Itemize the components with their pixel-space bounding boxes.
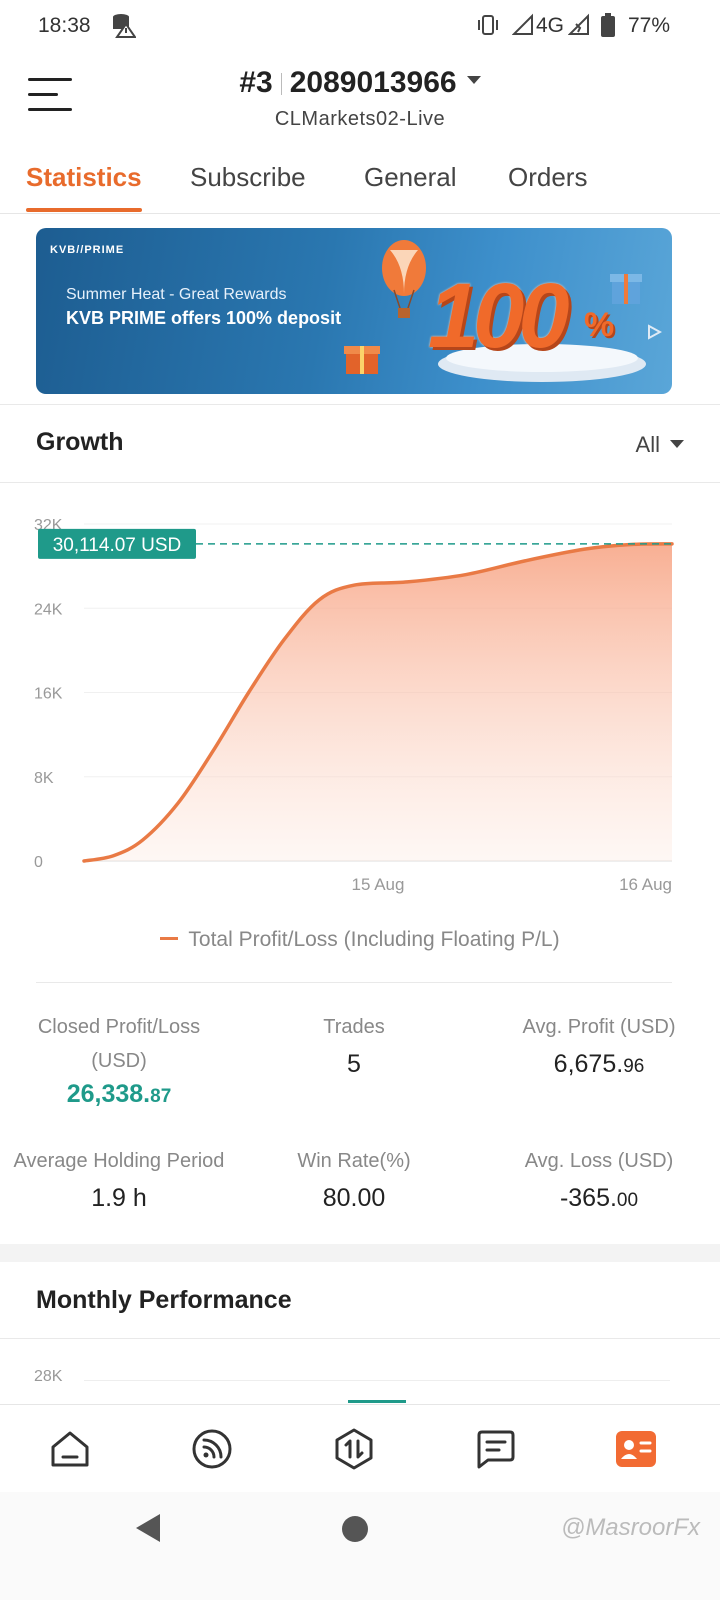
stat-label: Average Holding Period [13,1150,225,1172]
current-value-label: 30,114.07 USD [53,535,182,556]
nav-home[interactable] [48,1427,92,1471]
growth-chart: 0 8K 16K 24K 32K 15 Aug 16 Aug 30,114.07 USD [0,500,720,910]
signal-charging-icon [568,13,589,35]
x-tick-label: 15 Aug [352,875,405,894]
stat-label: Avg. Loss (USD) [524,1150,674,1172]
range-value: All [635,432,660,457]
stat-value-dec: 87 [150,1086,172,1107]
stat-value: 80.00 [322,1184,386,1212]
home-icon [51,1431,89,1467]
range-dropdown[interactable]: All [636,432,684,458]
stat-label-unit: (USD) [91,1050,147,1072]
tab-subscribe[interactable]: Subscribe [190,162,306,212]
stat-closed-pl: Closed Profit/Loss (USD) 26,338.87 [14,1010,224,1109]
gift-box-icon [344,346,380,374]
tab-statistics[interactable]: Statistics [26,162,142,212]
watermark: @MasroorFx [560,1514,700,1541]
y-tick-label: 24K [34,601,63,618]
account-prefix: #3 [239,66,273,99]
stat-label: Closed Profit/Loss [37,1016,201,1038]
section-divider [0,1338,720,1339]
stat-value-int: -365. [559,1184,617,1212]
stat-value: 5 [347,1050,361,1078]
stat-value-int: 6,675. [553,1050,624,1078]
signals-icon [192,1429,232,1469]
system-nav-bar: @MasroorFx [0,1492,720,1600]
stat-avg-profit: Avg. Profit (USD) 6,675.96 [488,1010,710,1079]
stat-avg-loss: Avg. Loss (USD) -365.00 [488,1144,710,1213]
stat-label: Avg. Profit (USD) [522,1016,676,1038]
growth-chart-svg: 08K16K24K32K15 Aug 16 Aug30,114.07 USD [34,517,674,894]
chevron-down-icon [670,440,684,449]
server-name: CLMarkets02-Live [274,108,446,130]
battery-icon [601,13,615,37]
banner-percent: % [584,306,615,344]
bottom-nav [0,1404,720,1492]
status-time: 18:38 [38,14,91,37]
status-bar: 18:38 4G 77% [0,0,720,52]
stat-value-dec: 96 [623,1056,645,1077]
banner-big-number: 100 [428,265,569,367]
stat-value-int: 26,338. [66,1080,151,1108]
vibrate-icon [478,15,498,35]
monthly-performance-title: Monthly Performance [36,1286,292,1314]
account-number: 2089013966 [289,66,457,99]
banner-brand: KVB//PRIME [50,244,125,256]
battery-percent: 77% [628,14,671,37]
legend-label: Total Profit/Loss (Including Floating P/… [188,928,560,951]
stat-value: 6,675.96 [488,1050,710,1079]
x-tick-label: 16 Aug [619,875,672,894]
banner-subtitle: Summer Heat - Great Rewards [66,286,287,303]
messages-icon [477,1430,515,1469]
section-divider [0,482,720,483]
trade-icon [335,1428,373,1470]
nav-messages[interactable] [474,1427,518,1471]
tab-orders[interactable]: Orders [508,162,587,212]
promo-banner[interactable]: KVB//PRIME Summer Heat - Great Rewards K… [36,228,672,394]
y-tick-label: 16K [34,686,63,703]
app-header: #3 2089013966 CLMarkets02-Live [0,52,720,142]
section-divider [0,404,720,405]
profit-area-fill [84,543,672,861]
banner-headline: KVB PRIME offers 100% deposit [66,308,342,328]
stat-label: Trades [323,1016,385,1038]
legend-swatch [160,936,179,940]
hot-air-balloon-icon [382,240,426,318]
stat-trades: Trades 5 [274,1010,434,1079]
network-type: 4G [536,14,565,37]
section-divider [36,982,672,983]
section-gap [0,1244,720,1262]
growth-title: Growth [36,428,124,456]
monthly-bar-top [348,1400,406,1403]
back-icon[interactable] [136,1514,160,1542]
tab-bar: Statistics Subscribe General Orders [0,152,720,214]
account-selector[interactable]: #3 2089013966 [0,66,720,100]
nav-profile[interactable] [614,1427,658,1471]
signal-icon [512,13,533,35]
y-tick-label: 0 [34,854,43,871]
stat-label: Win Rate(%) [297,1150,411,1172]
stat-value: 26,338.87 [14,1080,224,1109]
account-separator [280,73,282,96]
monthly-gridline [84,1380,670,1381]
chevron-down-icon [466,76,481,85]
stat-value: -365.00 [488,1184,710,1213]
chart-legend: Total Profit/Loss (Including Floating P/… [0,928,720,952]
nav-trade[interactable] [332,1427,376,1471]
nav-signals[interactable] [190,1427,234,1471]
stat-value: 1.9 h [91,1184,147,1212]
play-triangle-icon [648,324,662,340]
tab-general[interactable]: General [364,162,457,212]
gift-box-blue-icon [610,274,642,304]
y-tick-label: 8K [34,770,54,787]
monthly-y-tick: 28K [34,1368,63,1385]
home-circle-icon[interactable] [342,1516,368,1542]
stat-avg-holding: Average Holding Period 1.9 h [0,1144,238,1213]
stat-value-dec: 00 [616,1190,639,1211]
profile-card-icon [616,1431,656,1467]
storage-warning-icon [113,14,136,38]
stat-win-rate: Win Rate(%) 80.00 [274,1144,434,1213]
